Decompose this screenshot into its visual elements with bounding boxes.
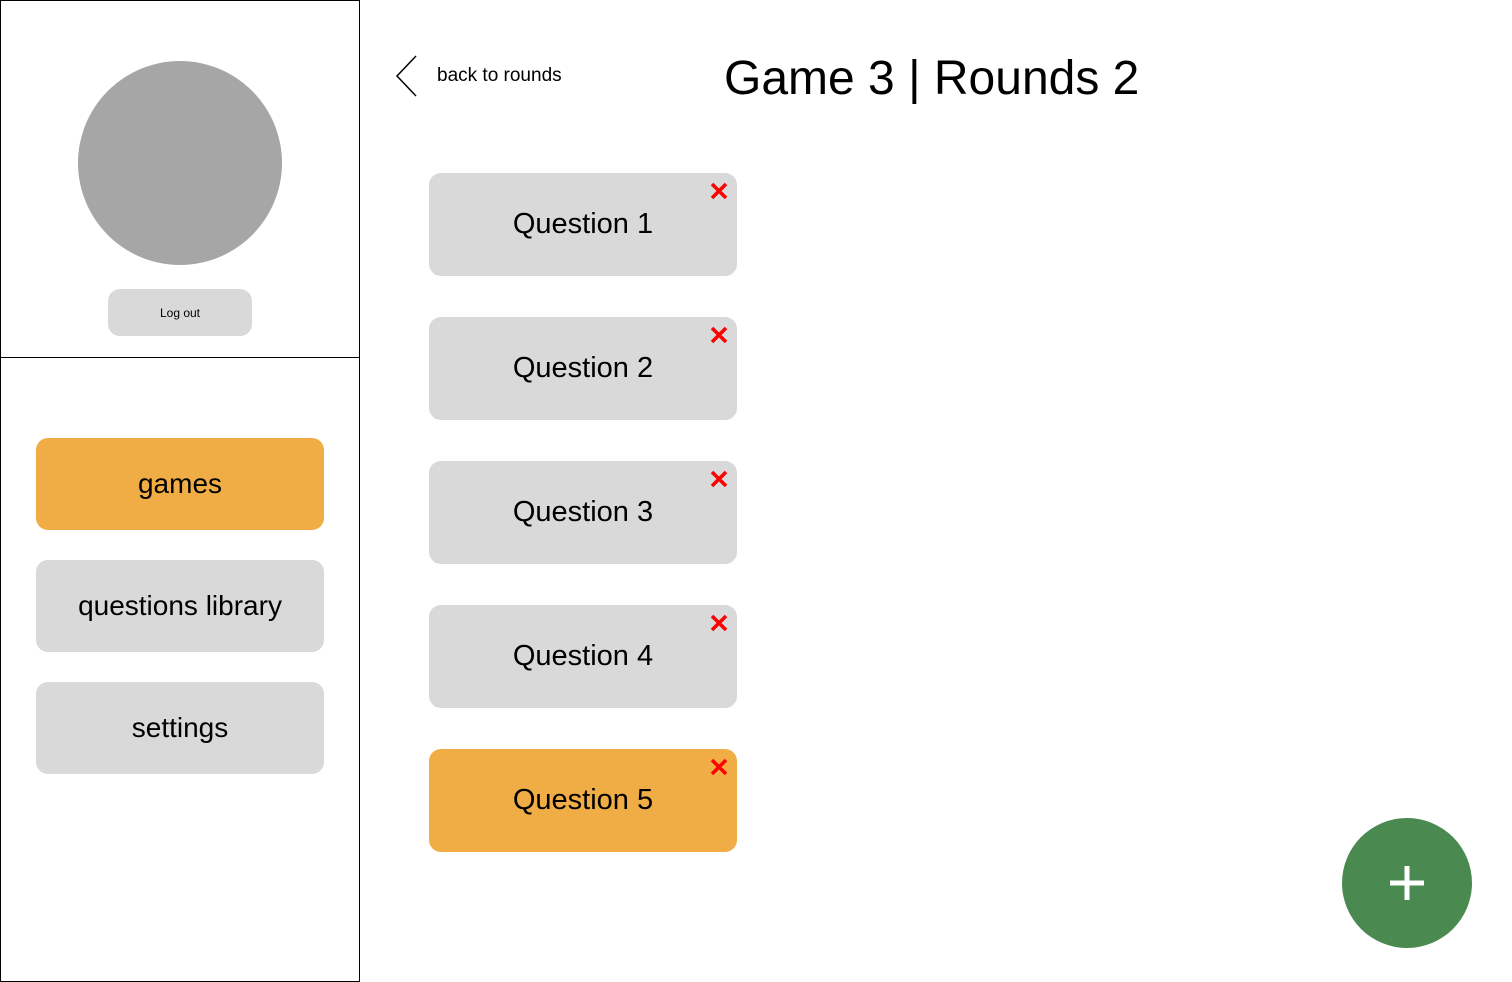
question-label: Question 3 bbox=[512, 496, 654, 528]
question-card[interactable]: Question 2 bbox=[429, 317, 737, 420]
plus-icon bbox=[1390, 866, 1424, 900]
back-to-rounds-link[interactable]: back to rounds bbox=[394, 54, 562, 98]
question-label: Question 1 bbox=[512, 208, 654, 240]
close-icon[interactable] bbox=[709, 757, 729, 777]
sidebar-item-settings[interactable]: settings bbox=[36, 682, 324, 774]
question-card[interactable]: Question 4 bbox=[429, 605, 737, 708]
question-card[interactable]: Question 1 bbox=[429, 173, 737, 276]
sidebar-item-games[interactable]: games bbox=[36, 438, 324, 530]
question-label: Question 4 bbox=[512, 640, 654, 672]
back-link-label: back to rounds bbox=[437, 65, 562, 86]
close-icon[interactable] bbox=[709, 325, 729, 345]
sidebar-item-questions-library[interactable]: questions library bbox=[36, 560, 324, 652]
question-card-selected[interactable]: Question 5 bbox=[429, 749, 737, 852]
profile-panel: Log out bbox=[0, 0, 360, 359]
close-icon[interactable] bbox=[709, 469, 729, 489]
question-card[interactable]: Question 3 bbox=[429, 461, 737, 564]
add-question-button[interactable] bbox=[1342, 818, 1472, 948]
close-icon[interactable] bbox=[709, 613, 729, 633]
page-title: Game 3 | Rounds 2 bbox=[724, 52, 1140, 105]
sidebar-nav: games questions library settings bbox=[0, 357, 360, 982]
question-label: Question 5 bbox=[512, 784, 654, 816]
close-icon[interactable] bbox=[709, 181, 729, 201]
logout-button[interactable]: Log out bbox=[108, 289, 252, 336]
question-label: Question 2 bbox=[512, 352, 654, 384]
chevron-left-icon bbox=[395, 55, 417, 97]
avatar bbox=[78, 61, 282, 265]
